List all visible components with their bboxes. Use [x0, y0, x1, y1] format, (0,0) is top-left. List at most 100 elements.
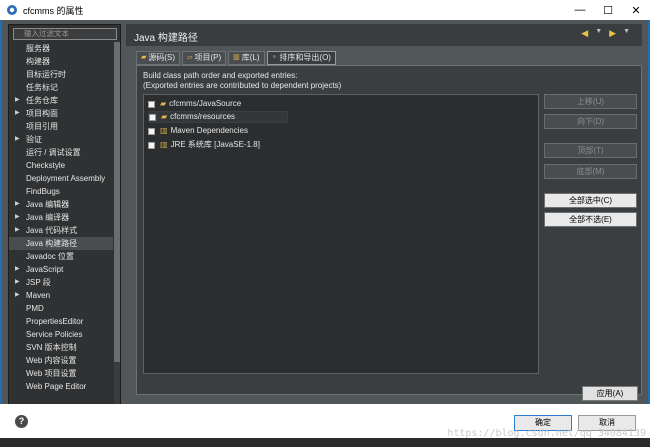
sidebar-item-label: 项目引用	[26, 122, 58, 131]
sidebar-tree-item[interactable]: 项目引用	[9, 120, 113, 133]
apply-button[interactable]: 应用(A)	[582, 386, 638, 401]
order-export-icon: ⚬	[271, 54, 278, 61]
sidebar-tree-item[interactable]: 目标运行时	[9, 68, 113, 81]
sidebar-tree-item[interactable]: Web Page Editor	[9, 380, 113, 393]
sidebar-tree-item[interactable]: FindBugs	[9, 185, 113, 198]
page-area: Java 构建路径 ◀ ▼ ▶ ▼ ▰ 源码(S) ▱ 项目(P) ▥ 库(L) ⚬ 排…	[126, 24, 642, 434]
expand-arrow-icon[interactable]: ▶	[15, 211, 20, 224]
tab-projects[interactable]: ▱ 项目(P)	[182, 51, 227, 65]
window-title: cfcmms 的属性	[23, 5, 84, 16]
select-all-button[interactable]: 全部选中(C)	[544, 193, 637, 208]
sidebar-item-label: Web Page Editor	[26, 382, 87, 391]
tab-order-export[interactable]: ⚬ 排序和导出(O)	[266, 51, 336, 65]
sidebar-tree-item[interactable]: Web 内容设置	[9, 354, 113, 367]
sidebar-tree-item[interactable]: PMD	[9, 302, 113, 315]
sidebar-tree-item[interactable]: 构建器	[9, 55, 113, 68]
sidebar-tree-item[interactable]: Service Policies	[9, 328, 113, 341]
page-title: Java 构建路径	[134, 33, 198, 44]
sidebar-tree-item[interactable]: Deployment Assembly	[9, 172, 113, 185]
tab-libraries[interactable]: ▥ 库(L)	[228, 51, 265, 65]
tab-source[interactable]: ▰ 源码(S)	[136, 51, 181, 65]
close-button[interactable]: ✕	[622, 0, 650, 20]
list-item[interactable]: ▥ JRE 系统库 [JavaSE-1.8]	[148, 139, 260, 151]
sidebar-tree-item[interactable]: ▶ Maven	[9, 289, 113, 302]
status-strip	[0, 438, 650, 447]
sidebar-tree-item[interactable]: ▶ JSP 段	[9, 276, 113, 289]
sidebar-item-label: 运行 / 调试设置	[26, 148, 81, 157]
list-item[interactable]: ▰ cfcmms/JavaSource	[148, 98, 241, 110]
sidebar-tree-item[interactable]: PropertiesEditor	[9, 315, 113, 328]
sidebar-tree-item[interactable]: 任务标记	[9, 81, 113, 94]
export-checkbox[interactable]	[148, 141, 155, 149]
sidebar-tree-item[interactable]: ▶ JavaScript	[9, 263, 113, 276]
sidebar-item-label: 验证	[26, 135, 42, 144]
export-checkbox[interactable]	[148, 100, 155, 108]
forward-menu-icon[interactable]: ▼	[623, 28, 630, 39]
sidebar-tree-item[interactable]: Checkstyle	[9, 159, 113, 172]
sidebar-tree-item[interactable]: SVN 版本控制	[9, 341, 113, 354]
back-menu-icon[interactable]: ▼	[595, 28, 602, 39]
expand-arrow-icon[interactable]: ▶	[15, 198, 20, 211]
forward-arrow-icon[interactable]: ▶	[609, 28, 616, 39]
move-down-button[interactable]: 向下(D)	[544, 114, 637, 129]
sidebar-tree-item[interactable]: ▶ 项目构面	[9, 107, 113, 120]
help-icon[interactable]: ?	[15, 415, 28, 428]
library-icon: ▥	[160, 126, 168, 135]
move-top-button[interactable]: 顶部(T)	[544, 143, 637, 158]
title-bar: cfcmms 的属性 — ☐ ✕	[0, 0, 650, 20]
tab-label: 项目(P)	[194, 53, 222, 62]
sidebar-tree-item[interactable]: Java 构建路径	[9, 237, 113, 250]
classpath-entry-list: ▰ cfcmms/JavaSource ▰ cfcmms/resources ▥…	[143, 94, 539, 374]
sidebar-tree-item[interactable]: ▶ Java 编辑器	[9, 198, 113, 211]
expand-arrow-icon[interactable]: ▶	[15, 276, 20, 289]
library-icon: ▥	[160, 140, 168, 149]
folder-icon: ▰	[160, 99, 167, 108]
dialog-footer: ? 确定 取消 https://blog.csdn.net/qq_3408413…	[0, 404, 650, 439]
expand-arrow-icon[interactable]: ▶	[15, 289, 20, 302]
sidebar-item-label: 任务标记	[26, 83, 58, 92]
move-up-button[interactable]: 上移(U)	[544, 94, 637, 109]
list-item[interactable]: ▰ cfcmms/resources	[148, 111, 288, 123]
sidebar-item-label: PropertiesEditor	[26, 317, 84, 326]
sidebar-item-label: 任务仓库	[26, 96, 58, 105]
entry-label: Maven Dependencies	[170, 126, 248, 135]
properties-dialog: 输入过滤文本 服务器构建器目标运行时任务标记 ▶ 任务仓库 ▶ 项目构面项目引用 ▶ 验证运…	[2, 20, 648, 438]
tab-label: 源码(S)	[148, 53, 176, 62]
sidebar-item-label: Maven	[26, 291, 51, 300]
sidebar-item-label: 服务器	[26, 44, 50, 53]
expand-arrow-icon[interactable]: ▶	[15, 94, 20, 107]
expand-arrow-icon[interactable]: ▶	[15, 224, 20, 237]
sidebar-item-label: Service Policies	[26, 330, 83, 339]
sidebar-tree-item[interactable]: ▶ Java 编译器	[9, 211, 113, 224]
sidebar-tree-item[interactable]: ▶ 验证	[9, 133, 113, 146]
deselect-all-button[interactable]: 全部不选(E)	[544, 212, 637, 227]
export-checkbox[interactable]	[148, 127, 155, 135]
maximize-button[interactable]: ☐	[594, 0, 622, 20]
history-nav: ◀ ▼ ▶ ▼	[581, 28, 630, 39]
sidebar-tree-item[interactable]: 服务器	[9, 42, 113, 55]
sidebar-tree-item[interactable]: ▶ Java 代码样式	[9, 224, 113, 237]
project-icon: ▱	[187, 54, 193, 61]
tree-scrollbar-thumb[interactable]	[114, 42, 120, 362]
expand-arrow-icon[interactable]: ▶	[15, 133, 20, 146]
sidebar-tree-item[interactable]: ▶ 任务仓库	[9, 94, 113, 107]
tab-label: 排序和导出(O)	[279, 53, 331, 62]
sidebar-item-label: 构建器	[26, 57, 50, 66]
sidebar-tree-item[interactable]: Javadoc 位置	[9, 250, 113, 263]
list-item[interactable]: ▥ Maven Dependencies	[148, 125, 248, 137]
sidebar-item-label: Java 构建路径	[26, 239, 78, 248]
sidebar-tree-item[interactable]: 运行 / 调试设置	[9, 146, 113, 159]
expand-arrow-icon[interactable]: ▶	[15, 263, 20, 276]
minimize-button[interactable]: —	[566, 0, 594, 20]
category-tree: 服务器构建器目标运行时任务标记 ▶ 任务仓库 ▶ 项目构面项目引用 ▶ 验证运行 / 调试设…	[9, 42, 113, 412]
export-checkbox[interactable]	[149, 113, 156, 121]
filter-input[interactable]: 输入过滤文本	[13, 28, 117, 40]
move-bottom-button[interactable]: 底部(M)	[544, 164, 637, 179]
sidebar-item-label: 目标运行时	[26, 70, 66, 79]
expand-arrow-icon[interactable]: ▶	[15, 107, 20, 120]
sidebar-item-label: Java 编辑器	[26, 200, 70, 209]
order-export-panel: Build class path order and exported entr…	[136, 65, 642, 395]
sidebar-tree-item[interactable]: Web 项目设置	[9, 367, 113, 380]
tree-scrollbar[interactable]	[114, 42, 120, 412]
back-arrow-icon[interactable]: ◀	[581, 28, 588, 39]
